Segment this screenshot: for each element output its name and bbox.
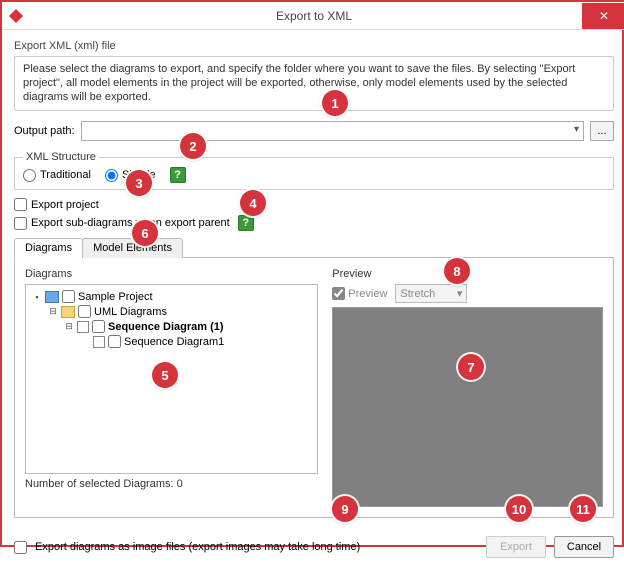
app-icon xyxy=(8,8,24,24)
window-title: Export to XML xyxy=(2,9,624,23)
browse-button[interactable]: ... xyxy=(590,121,614,141)
help-icon[interactable]: ? xyxy=(238,215,254,231)
folder-icon xyxy=(61,306,75,318)
project-icon xyxy=(45,291,59,303)
close-icon: ✕ xyxy=(599,9,609,23)
xml-structure-legend: XML Structure xyxy=(23,151,99,163)
radio-simple-input[interactable] xyxy=(105,169,118,182)
stretch-select[interactable]: Stretch ▾ xyxy=(395,284,467,303)
export-project-checkbox[interactable] xyxy=(14,198,27,211)
preview-checkbox[interactable] xyxy=(332,287,345,300)
close-button[interactable]: ✕ xyxy=(582,3,624,29)
diagrams-tree[interactable]: ▪ Sample Project ⊟ UML Diagrams xyxy=(25,284,318,474)
browse-label: ... xyxy=(597,125,606,137)
chevron-down-icon: ▾ xyxy=(457,287,463,300)
output-path-combo[interactable]: ▾ xyxy=(81,121,584,141)
tree-label: UML Diagrams xyxy=(94,306,167,318)
radio-traditional[interactable]: Traditional xyxy=(23,169,91,182)
export-images-label: Export diagrams as image files (export i… xyxy=(35,541,360,553)
selected-count: Number of selected Diagrams: 0 xyxy=(25,478,318,490)
diagram-icon xyxy=(77,321,89,333)
tree-label: Sequence Diagram (1) xyxy=(108,321,224,333)
subheading: Export XML (xml) file xyxy=(14,40,614,52)
radio-simple[interactable]: Simple xyxy=(105,169,156,182)
radio-traditional-label: Traditional xyxy=(40,169,91,181)
preview-area xyxy=(332,307,603,507)
cancel-button[interactable]: Cancel xyxy=(554,536,614,558)
tree-row-project[interactable]: ▪ Sample Project xyxy=(32,289,313,304)
diagram-icon xyxy=(93,336,105,348)
export-sub-checkbox[interactable] xyxy=(14,217,27,230)
expand-icon[interactable]: ⊟ xyxy=(48,306,58,317)
export-sub-label: Export sub-diagrams when export parent xyxy=(31,217,230,229)
tree-label: Sample Project xyxy=(78,291,153,303)
expand-icon[interactable]: ⊟ xyxy=(64,321,74,332)
xml-structure-group: XML Structure Traditional Simple ? xyxy=(14,151,614,190)
diagrams-panel-title: Diagrams xyxy=(25,268,318,280)
export-images-checkbox[interactable] xyxy=(14,541,27,554)
tree-checkbox[interactable] xyxy=(108,335,121,348)
preview-panel-title: Preview xyxy=(332,268,603,280)
tab-diagrams[interactable]: Diagrams xyxy=(14,238,83,258)
radio-simple-label: Simple xyxy=(122,169,156,181)
chevron-down-icon: ▾ xyxy=(574,124,579,135)
preview-checkbox-label: Preview xyxy=(348,288,387,300)
output-path-label: Output path: xyxy=(14,125,75,137)
tab-bar: Diagrams Model Elements xyxy=(14,237,614,258)
tree-row-folder[interactable]: ⊟ UML Diagrams xyxy=(48,304,313,319)
export-button[interactable]: Export xyxy=(486,536,546,558)
collapse-icon[interactable]: ▪ xyxy=(32,292,42,302)
preview-toggle[interactable]: Preview xyxy=(332,287,387,300)
stretch-value: Stretch xyxy=(400,288,435,300)
tree-label: Sequence Diagram1 xyxy=(124,336,224,348)
tree-row-diagram[interactable]: · Sequence Diagram1 xyxy=(80,334,313,349)
intro-text: Please select the diagrams to export, an… xyxy=(14,56,614,111)
tab-model-elements[interactable]: Model Elements xyxy=(82,238,183,258)
tree-checkbox[interactable] xyxy=(92,320,105,333)
export-project-label: Export project xyxy=(31,199,99,211)
tree-row-diagram[interactable]: ⊟ Sequence Diagram (1) xyxy=(64,319,313,334)
tree-checkbox[interactable] xyxy=(62,290,75,303)
tree-checkbox[interactable] xyxy=(78,305,91,318)
help-icon[interactable]: ? xyxy=(170,167,186,183)
radio-traditional-input[interactable] xyxy=(23,169,36,182)
